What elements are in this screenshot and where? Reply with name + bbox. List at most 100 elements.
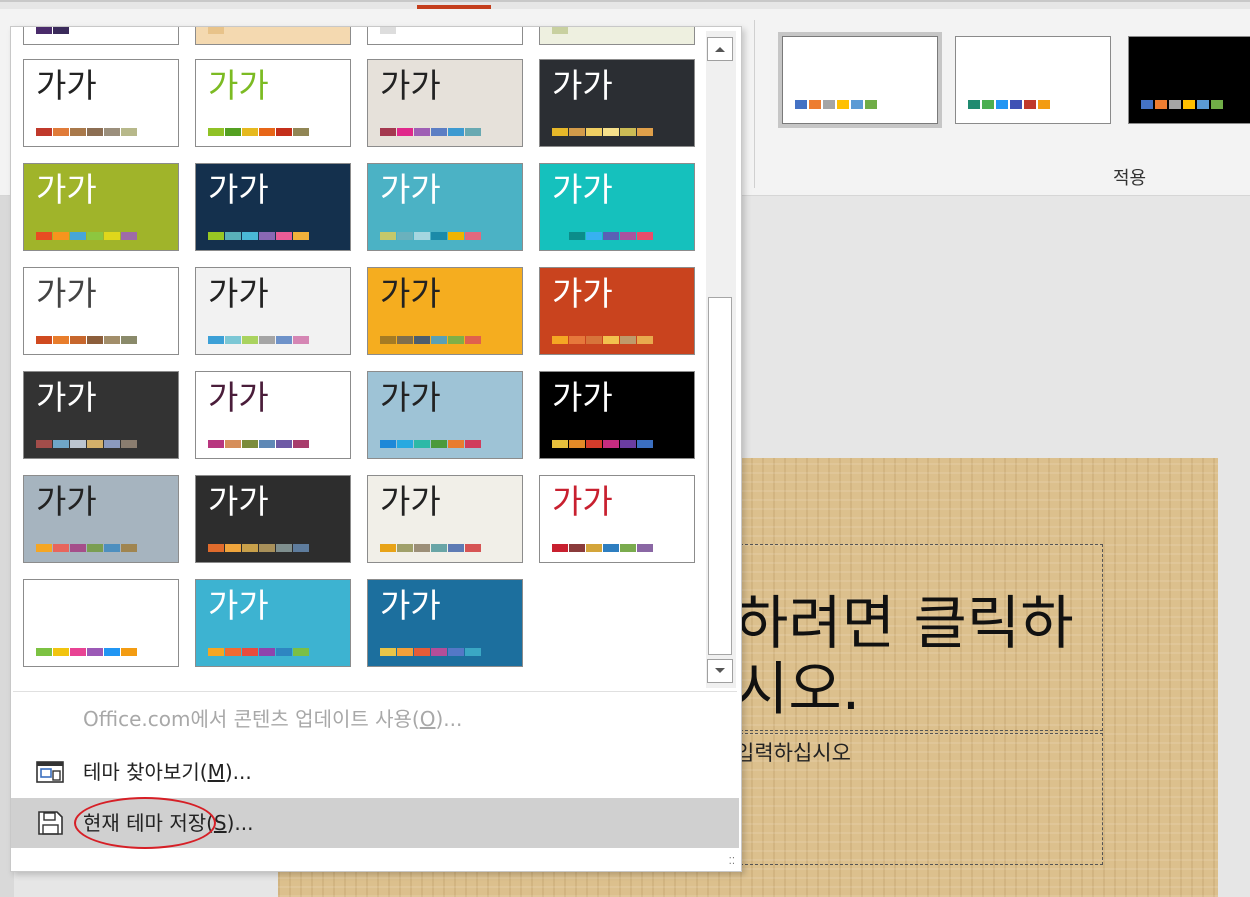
color-swatches (36, 544, 137, 552)
annotation-circle (74, 797, 216, 849)
top-border (0, 0, 1250, 2)
color-swatch (637, 440, 653, 448)
theme-top-1[interactable] (23, 27, 179, 45)
color-swatch (70, 648, 86, 656)
theme-gray-paper[interactable]: 가가 (23, 267, 179, 355)
theme-red-card[interactable]: 가가 (539, 475, 695, 563)
theme-dark-blue[interactable]: 가가 (195, 163, 351, 251)
color-swatch (414, 648, 430, 656)
theme-droplet[interactable]: 가가 (195, 267, 351, 355)
color-swatch (104, 336, 120, 344)
theme-sample-text: 가가 (552, 378, 613, 417)
scroll-down-button[interactable] (707, 659, 733, 683)
color-swatch (242, 336, 258, 344)
theme-aqua[interactable]: 가가 (539, 163, 695, 251)
color-swatch (448, 440, 464, 448)
theme-ocean[interactable]: 가가 (367, 579, 523, 667)
theme-blue-pattern[interactable]: 가가 (367, 371, 523, 459)
color-swatch (982, 100, 994, 109)
color-swatch (208, 336, 224, 344)
theme-dark-gray[interactable]: 가가 (195, 475, 351, 563)
color-swatches (552, 232, 653, 240)
variant-white-1[interactable] (778, 32, 942, 128)
color-swatch (53, 440, 69, 448)
ribbon-separator (754, 20, 755, 188)
variant-white-2[interactable] (955, 36, 1111, 124)
color-swatch (276, 544, 292, 552)
theme-orange-red[interactable]: 가가 (539, 267, 695, 355)
color-swatch (431, 544, 447, 552)
color-swatches (36, 232, 137, 240)
theme-top-3[interactable] (367, 27, 523, 45)
theme-maroon[interactable]: 가가 (195, 371, 351, 459)
color-swatch (70, 128, 86, 136)
theme-cyan-gray[interactable]: 가가 (195, 579, 351, 667)
save-icon (38, 811, 63, 835)
color-swatch (36, 440, 52, 448)
color-swatch (448, 232, 464, 240)
color-swatch (397, 544, 413, 552)
color-swatch (569, 544, 585, 552)
color-swatch (36, 544, 52, 552)
color-swatch (465, 648, 481, 656)
color-swatch (293, 648, 309, 656)
color-swatch (293, 440, 309, 448)
color-swatch (121, 128, 137, 136)
color-swatch (208, 440, 224, 448)
theme-black-wave[interactable]: 가가 (539, 371, 695, 459)
resize-grip[interactable]: ⁚⁚ (729, 857, 735, 867)
color-swatch (620, 440, 636, 448)
color-swatches (552, 27, 568, 34)
color-swatch (465, 128, 481, 136)
theme-sample-text: 가가 (36, 274, 97, 313)
color-swatch (242, 232, 258, 240)
variant-black[interactable] (1128, 36, 1250, 124)
color-swatches (380, 128, 481, 136)
color-swatch (569, 336, 585, 344)
color-swatch (620, 544, 636, 552)
color-swatches (795, 100, 877, 109)
color-swatch (87, 232, 103, 240)
color-swatch (293, 336, 309, 344)
color-swatch (259, 232, 275, 240)
scroll-up-button[interactable] (707, 37, 733, 61)
theme-office[interactable]: 가가 (23, 59, 179, 147)
theme-green[interactable]: 가가 (23, 163, 179, 251)
color-swatch (996, 100, 1008, 109)
color-swatch (1169, 100, 1181, 109)
color-swatch (586, 336, 602, 344)
color-swatch (87, 440, 103, 448)
theme-top-4[interactable] (539, 27, 695, 45)
color-swatch (552, 27, 568, 34)
color-swatch (637, 128, 653, 136)
theme-facet[interactable]: 가가 (195, 59, 351, 147)
color-swatch (448, 544, 464, 552)
theme-blue-gray[interactable]: 가가 (23, 475, 179, 563)
theme-blue-band[interactable]: 가가 (23, 579, 179, 667)
scroll-thumb[interactable] (708, 297, 732, 655)
theme-frame[interactable]: 가가 (367, 475, 523, 563)
theme-orange-circle[interactable]: 가가 (367, 267, 523, 355)
theme-sample-text: 가가 (552, 482, 613, 521)
color-swatch (1038, 100, 1050, 109)
theme-ion-boardroom[interactable]: 가가 (367, 59, 523, 147)
color-swatch (293, 544, 309, 552)
color-swatch (293, 232, 309, 240)
color-swatch (1211, 100, 1223, 109)
color-swatch (620, 336, 636, 344)
theme-charcoal[interactable]: 가가 (23, 371, 179, 459)
gallery-scrollbar[interactable] (706, 31, 736, 688)
color-swatches (968, 100, 1050, 109)
theme-sample-text: 가가 (208, 586, 269, 625)
theme-teal[interactable]: 가가 (367, 163, 523, 251)
color-swatch (431, 648, 447, 656)
color-swatch (104, 648, 120, 656)
color-swatch (603, 440, 619, 448)
theme-top-2[interactable] (195, 27, 351, 45)
theme-sample-text: 가가 (36, 66, 97, 105)
theme-dark-texture[interactable]: 가가 (539, 59, 695, 147)
theme-sample-text: 가가 (552, 66, 613, 105)
subtitle-placeholder-text: 입력하십시오 (735, 741, 851, 765)
menu-label: 테마 찾아보기( (83, 760, 208, 784)
menu-item-browse-themes[interactable]: 테마 찾아보기(M)... (11, 747, 739, 797)
